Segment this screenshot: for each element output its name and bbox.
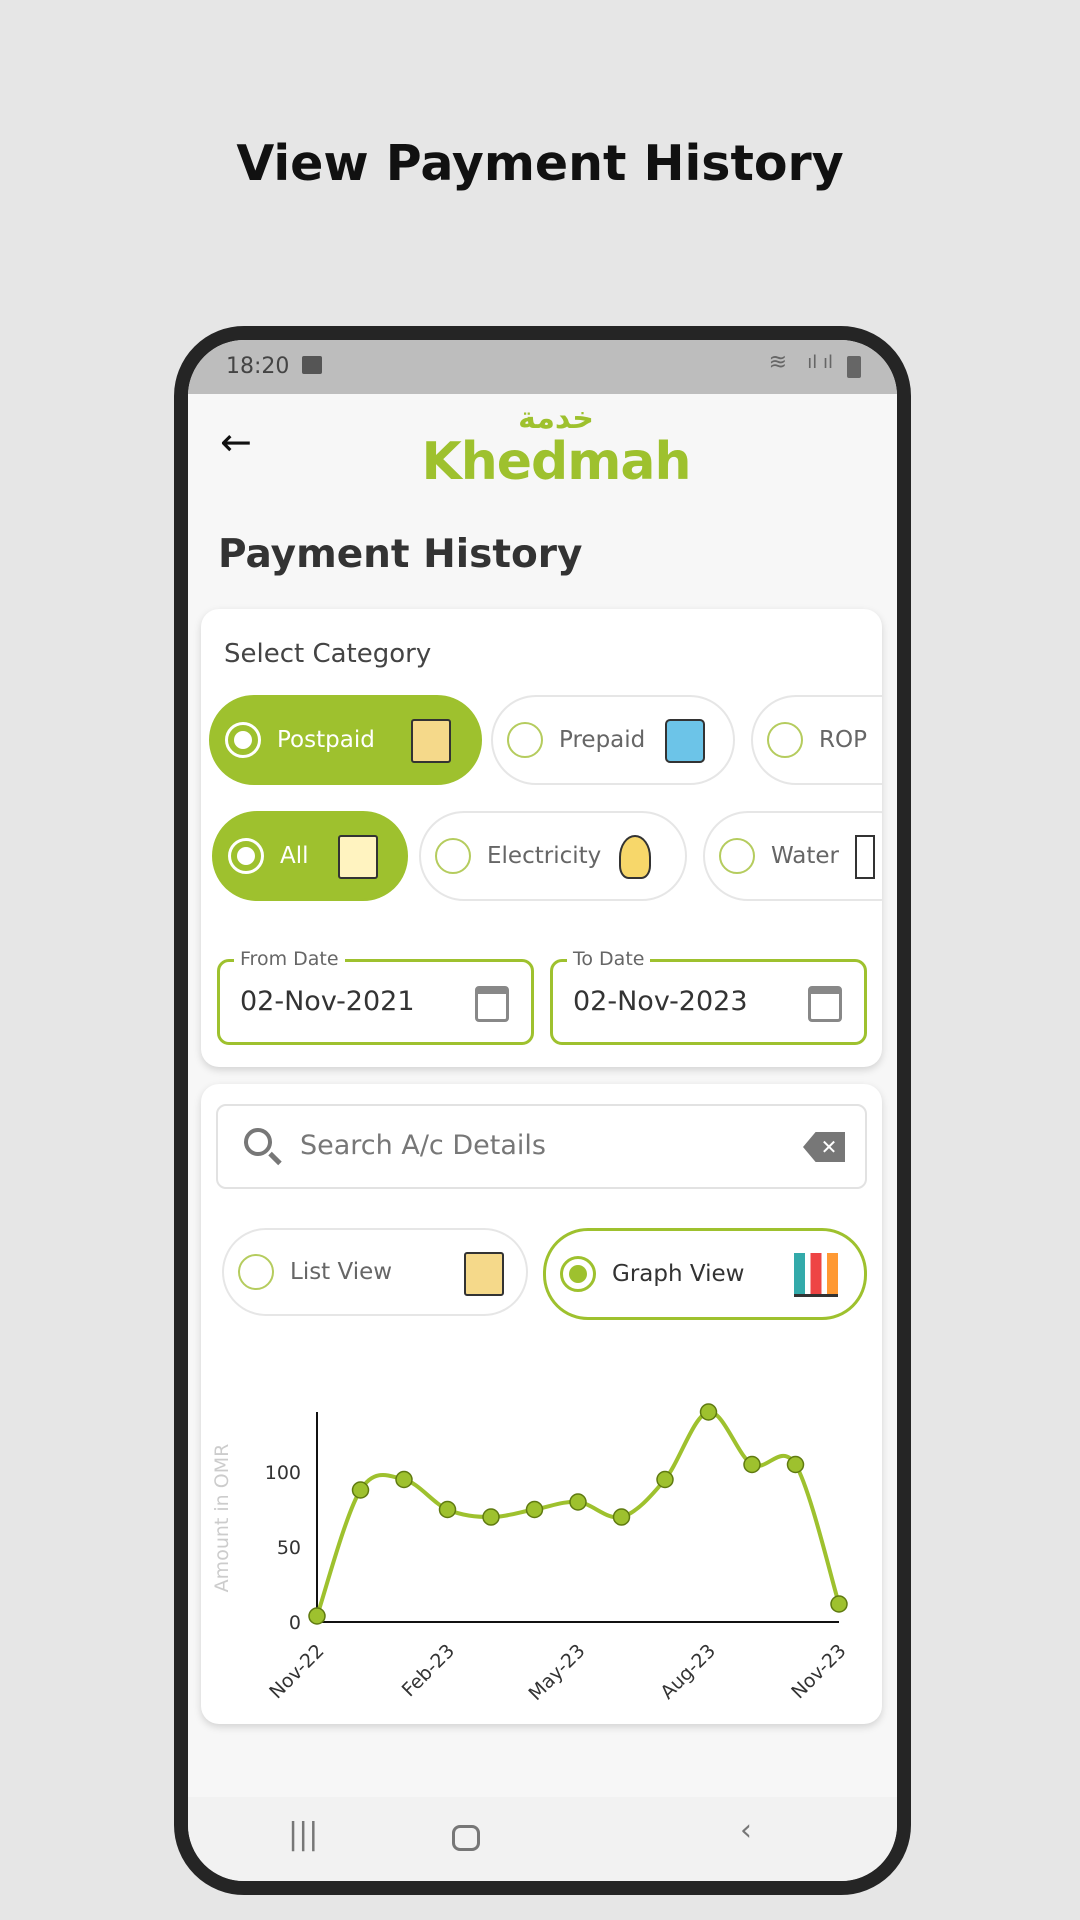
- x-tick-label: Aug-23: [656, 1640, 720, 1704]
- data-point: [395, 1470, 413, 1489]
- x-tick-label: Feb-23: [398, 1640, 459, 1701]
- data-point: [482, 1508, 500, 1526]
- x-tick-label: May-23: [524, 1640, 589, 1705]
- y-tick-label: 0: [289, 1612, 301, 1634]
- data-point: [308, 1607, 326, 1625]
- y-axis-label: Amount in OMR: [211, 1444, 233, 1593]
- data-point: [351, 1481, 370, 1499]
- y-tick-label: 50: [277, 1537, 301, 1559]
- data-point: [786, 1455, 805, 1474]
- back-nav-icon[interactable]: ‹: [740, 1813, 752, 1848]
- data-point: [612, 1508, 631, 1526]
- recent-apps-icon[interactable]: |||: [288, 1817, 318, 1852]
- page-title: View Payment History: [236, 135, 844, 192]
- data-point: [525, 1500, 544, 1519]
- phone-frame: 18:20 ıl ıl ≋ ← خدمة Khedmah Payment His…: [174, 326, 911, 1895]
- data-point: [656, 1470, 674, 1489]
- data-point: [438, 1500, 457, 1519]
- data-point: [743, 1455, 761, 1474]
- data-point: [830, 1595, 848, 1613]
- home-icon[interactable]: [452, 1825, 480, 1851]
- x-tick-label: Nov-23: [787, 1640, 850, 1703]
- series-line: [315, 1410, 841, 1617]
- y-tick-label: 100: [265, 1462, 301, 1484]
- x-tick-label: Nov-22: [265, 1640, 328, 1703]
- data-point: [699, 1403, 718, 1421]
- line-chart: 0 50 100 Amount in OMR Nov-22 Feb-23 May-23 Aug…: [211, 1403, 851, 1705]
- data-point: [569, 1493, 587, 1511]
- nav-bar: ||| ‹: [188, 1797, 897, 1881]
